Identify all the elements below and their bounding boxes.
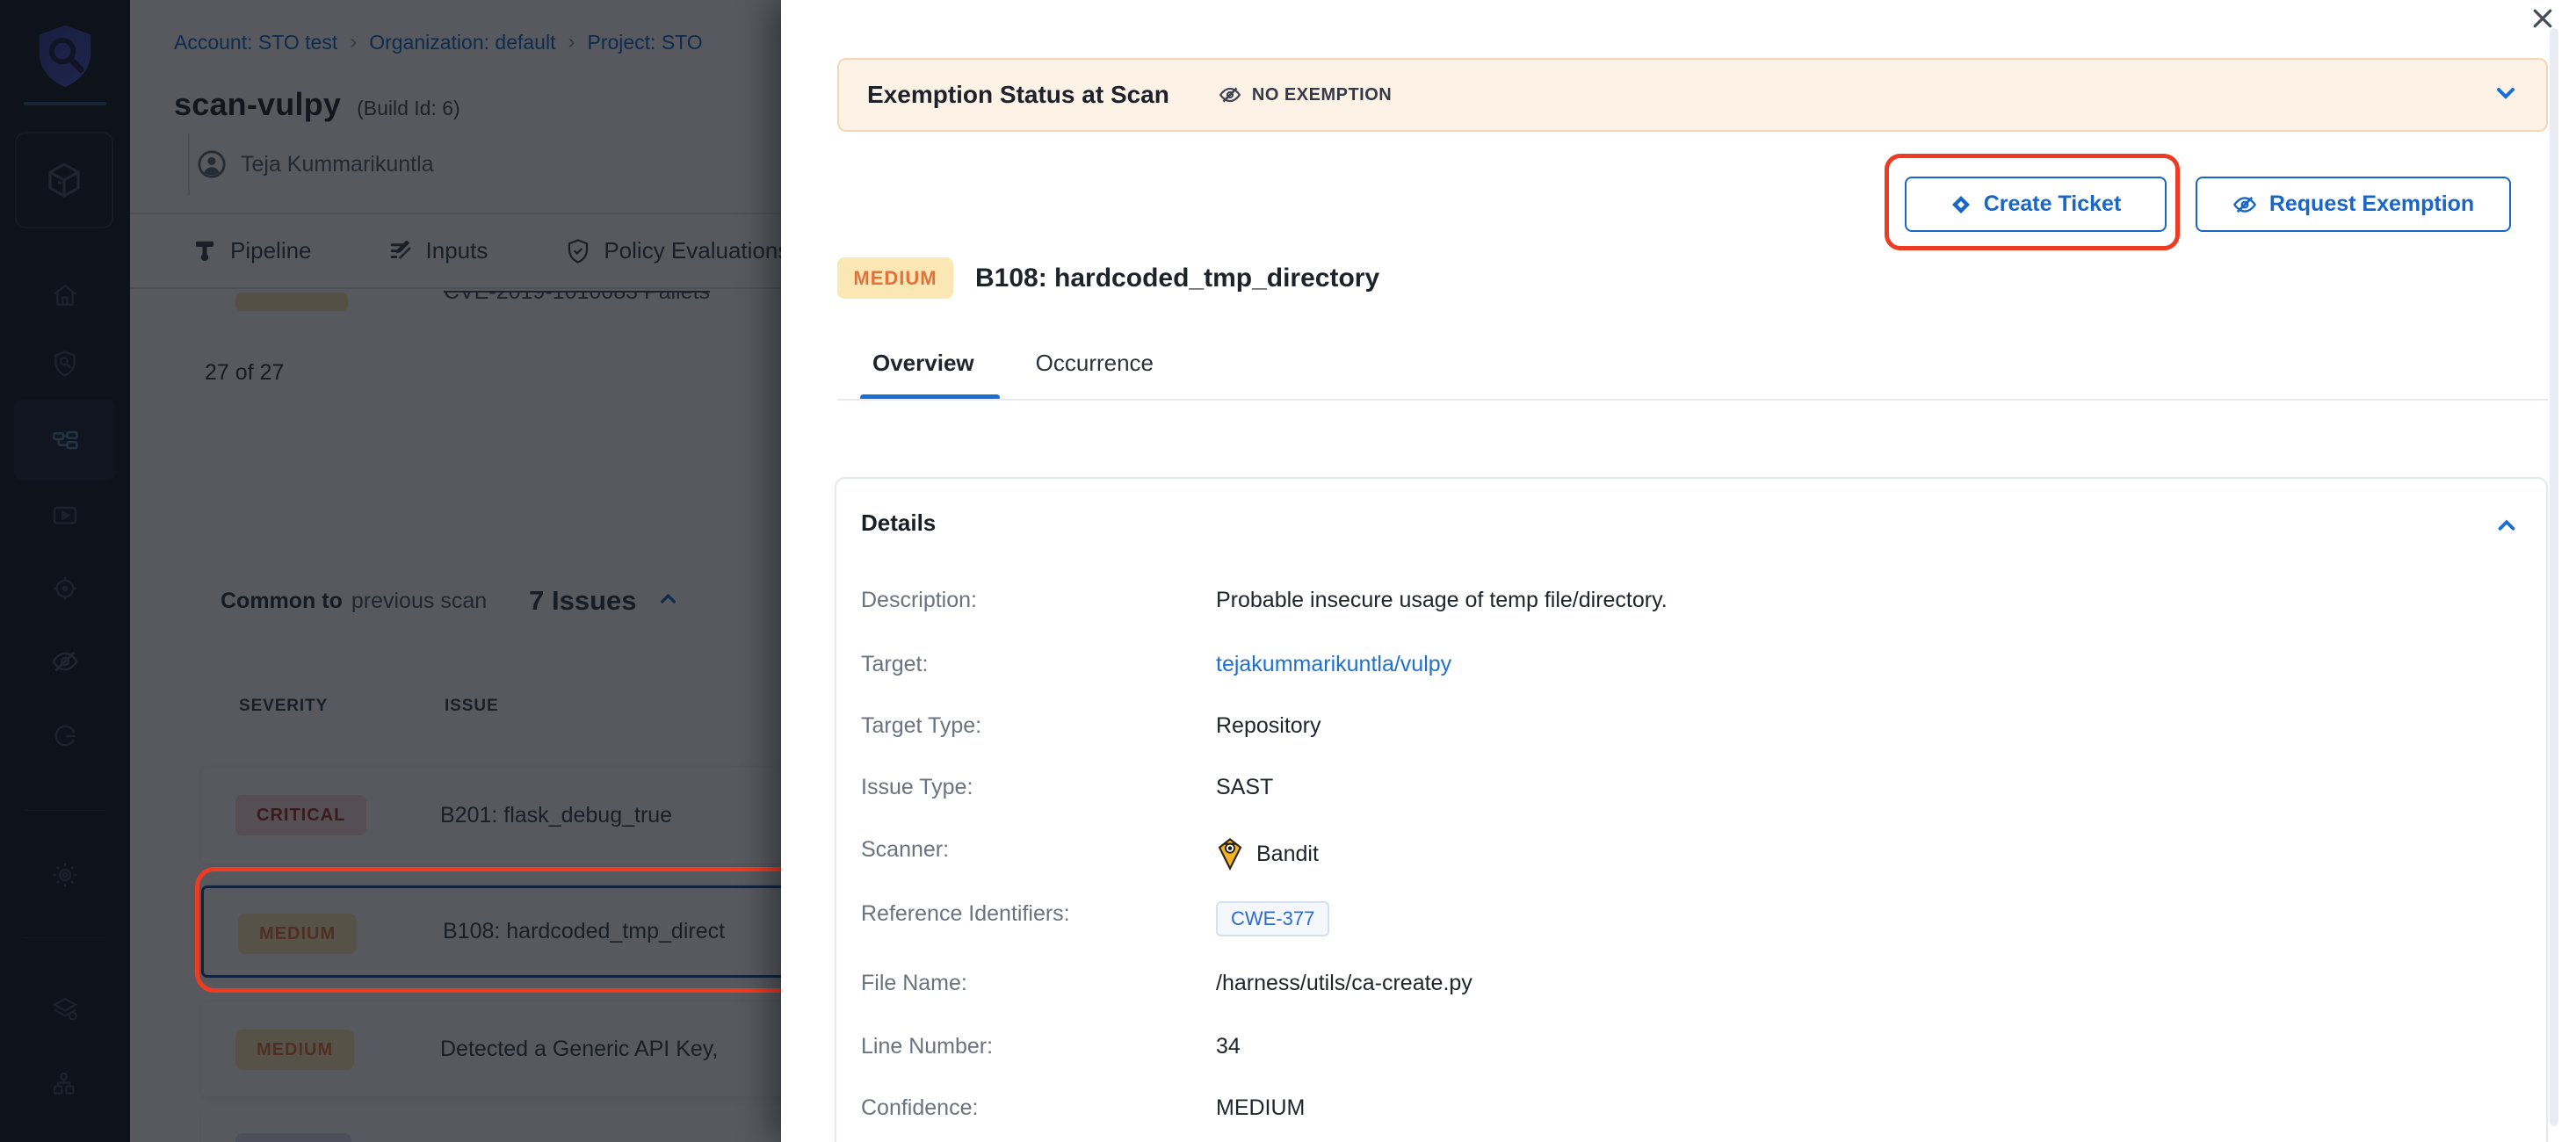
cwe-chip[interactable]: CWE-377 [1216, 901, 1329, 936]
detail-row-file-name: File Name: /harness/utils/ca-create.py [836, 971, 2546, 1006]
target-link[interactable]: tejakummarikuntla/vulpy [1216, 652, 1451, 677]
detail-row-target-type: Target Type: Repository [836, 713, 2546, 748]
exemption-status-banner[interactable]: Exemption Status at Scan NO EXEMPTION [837, 58, 2548, 132]
tab-divider [837, 399, 2548, 401]
detail-row-reference-identifiers: Reference Identifiers: CWE-377 [836, 901, 2546, 936]
eye-off-icon [1219, 83, 1241, 106]
tab-occurrence[interactable]: Occurrence [1036, 350, 1154, 377]
eye-off-icon [2232, 192, 2257, 217]
issue-title: B108: hardcoded_tmp_directory [975, 257, 1379, 299]
scanner-name: Bandit [1256, 842, 1319, 867]
banner-title: Exemption Status at Scan [867, 81, 1169, 109]
tab-overview[interactable]: Overview [872, 350, 974, 377]
drawer-scrollbar[interactable] [2550, 28, 2558, 1126]
status-label: NO EXEMPTION [1252, 85, 1392, 105]
detail-row-confidence: Confidence: MEDIUM [836, 1095, 2546, 1131]
annotation-ring-selected-row [195, 867, 815, 993]
drawer-tab-bar: Overview Occurrence [872, 350, 1154, 377]
app-root: Account: STO test › Organization: defaul… [0, 0, 2576, 1142]
detail-row-description: Description: Probable insecure usage of … [836, 588, 2546, 623]
annotation-ring-create-ticket [1885, 154, 2180, 250]
issue-severity-badge: MEDIUM [837, 257, 953, 299]
detail-row-line-number: Line Number: 34 [836, 1034, 2546, 1069]
request-exemption-button[interactable]: Request Exemption [2196, 177, 2511, 232]
bandit-scanner-icon [1216, 837, 1244, 871]
chevron-up-icon[interactable] [2493, 512, 2520, 543]
issue-details-drawer: Exemption Status at Scan NO EXEMPTION Cr… [781, 0, 2576, 1142]
detail-row-scanner: Scanner: Bandit [836, 837, 2546, 872]
button-label: Request Exemption [2269, 192, 2474, 217]
details-card-title: Details [861, 510, 936, 537]
exemption-status-badge: NO EXEMPTION [1219, 83, 1392, 106]
details-card: Details Description: Probable insecure u… [835, 477, 2548, 1142]
chevron-down-icon[interactable] [2492, 79, 2520, 112]
detail-row-issue-type: Issue Type: SAST [836, 775, 2546, 810]
detail-row-target: Target: tejakummarikuntla/vulpy [836, 652, 2546, 687]
